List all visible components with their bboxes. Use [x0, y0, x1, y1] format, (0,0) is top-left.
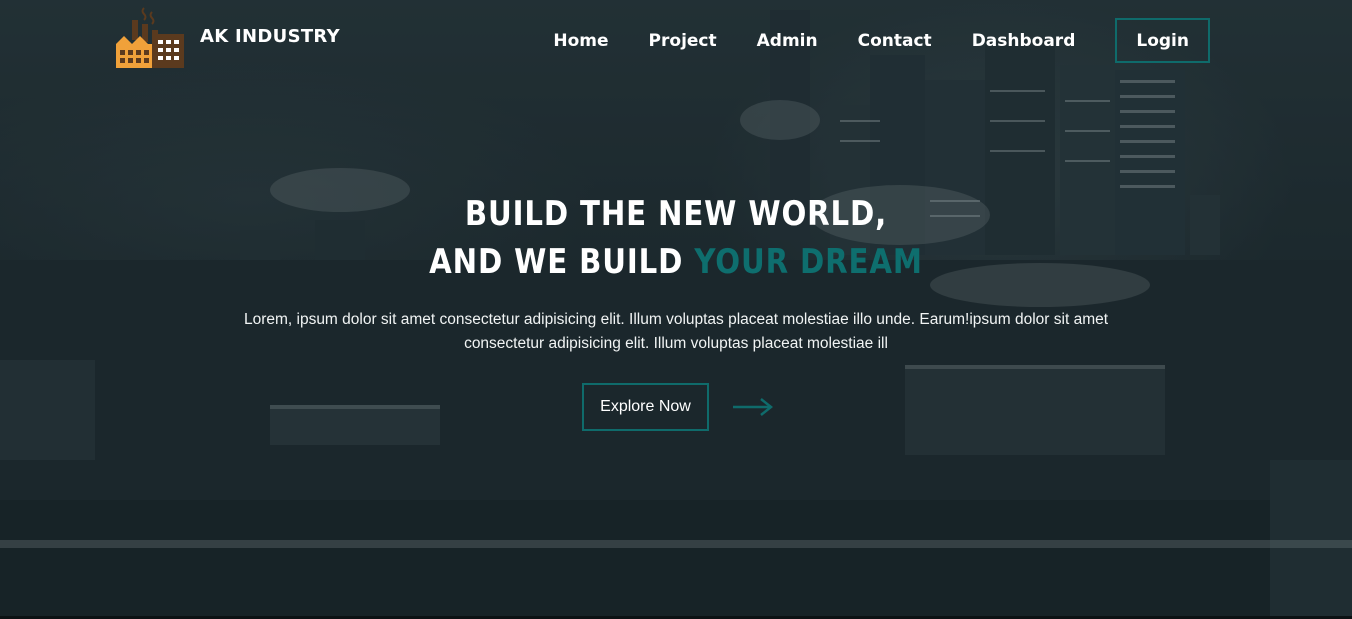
nav-item-project[interactable]: Project — [649, 31, 717, 51]
main-nav: Home Project Admin Contact Dashboard Log… — [553, 18, 1210, 63]
navbar: AK INDUSTRY Home Project Admin Contact D… — [0, 0, 1352, 80]
nav-item-dashboard[interactable]: Dashboard — [972, 31, 1076, 51]
explore-now-button[interactable]: Explore Now — [582, 383, 709, 431]
headline-line-2-accent: YOUR DREAM — [694, 242, 923, 282]
nav-item-contact[interactable]: Contact — [858, 31, 932, 51]
nav-item-home[interactable]: Home — [553, 31, 608, 51]
login-button[interactable]: Login — [1115, 18, 1210, 63]
hero-description: Lorem, ipsum dolor sit amet consectetur … — [243, 311, 1109, 352]
nav-item-admin[interactable]: Admin — [757, 31, 818, 51]
factory-icon[interactable] — [114, 6, 186, 70]
arrow-right-icon[interactable] — [731, 397, 775, 417]
hero-headline: BUILD THE NEW WORLD, AND WE BUILD YOUR D… — [95, 190, 1258, 286]
brand-name[interactable]: AK INDUSTRY — [200, 26, 340, 47]
cta-row: Explore Now — [582, 383, 775, 431]
hero-content: BUILD THE NEW WORLD, AND WE BUILD YOUR D… — [0, 190, 1352, 356]
headline-line-2-prefix: AND WE BUILD — [429, 242, 684, 282]
headline-line-1: BUILD THE NEW WORLD, — [464, 194, 888, 234]
